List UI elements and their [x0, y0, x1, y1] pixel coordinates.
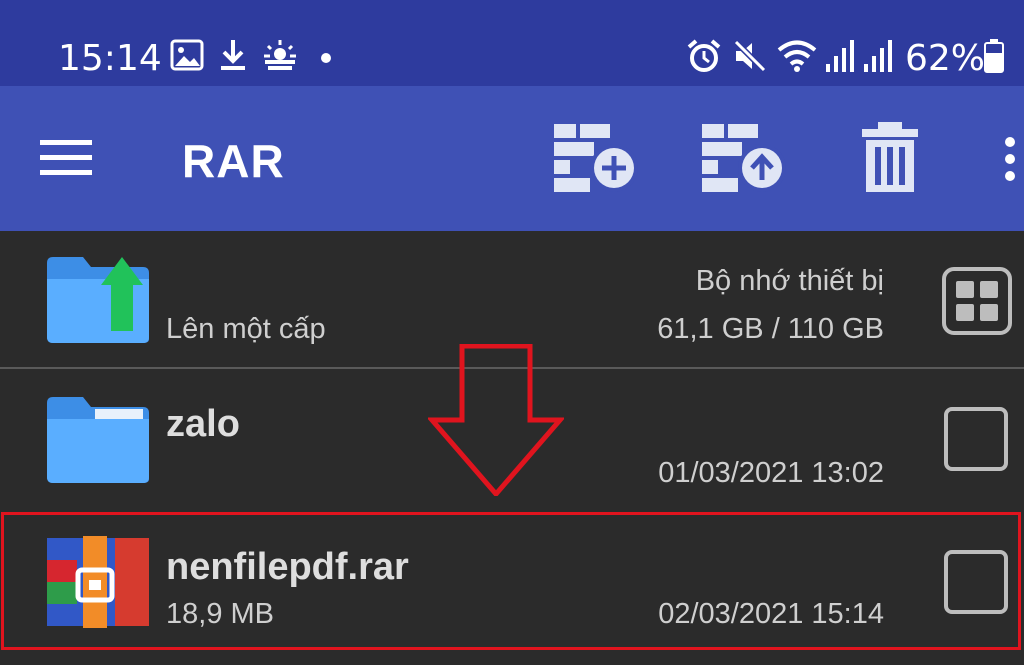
download-icon — [221, 40, 245, 70]
mute-icon — [733, 39, 767, 73]
folder-up-icon — [47, 257, 149, 343]
file-name: nenfilepdf.rar — [166, 546, 409, 588]
menu-icon[interactable] — [40, 138, 92, 178]
delete-icon[interactable] — [850, 122, 930, 194]
file-checkbox[interactable] — [944, 407, 1008, 471]
alarm-icon — [687, 39, 721, 72]
weather-icon — [264, 40, 296, 70]
wifi-icon — [777, 40, 817, 72]
app-title: RAR — [182, 135, 285, 187]
file-date: 01/03/2021 13:02 — [658, 457, 884, 489]
battery-icon — [984, 39, 1004, 73]
add-to-archive-icon[interactable] — [552, 122, 642, 194]
more-options-icon[interactable] — [1002, 136, 1018, 182]
battery-percent: 62% — [905, 38, 986, 79]
file-size: 18,9 MB — [166, 598, 274, 630]
file-checkbox[interactable] — [944, 550, 1008, 614]
extract-icon[interactable] — [700, 122, 790, 194]
parent-folder-label: Lên một cấp — [166, 313, 326, 345]
rar-archive-icon — [47, 536, 149, 628]
signal-icon — [864, 40, 892, 72]
status-bar: 15:14 62% — [0, 0, 1024, 86]
image-icon — [170, 39, 204, 71]
file-row[interactable]: nenfilepdf.rar 18,9 MB 02/03/2021 15:14 — [0, 512, 1024, 652]
storage-label: Bộ nhớ thiết bị — [695, 265, 884, 297]
folder-icon — [47, 397, 149, 483]
grid-view-icon[interactable] — [942, 267, 1012, 335]
dot-icon — [321, 53, 331, 63]
storage-usage: 61,1 GB / 110 GB — [657, 313, 884, 345]
status-time: 15:14 — [58, 38, 162, 79]
file-date: 02/03/2021 15:14 — [658, 598, 884, 630]
app-toolbar: RAR — [0, 86, 1024, 231]
down-arrow-annotation — [428, 344, 564, 496]
signal-icon — [826, 40, 854, 72]
file-name: zalo — [166, 403, 240, 445]
